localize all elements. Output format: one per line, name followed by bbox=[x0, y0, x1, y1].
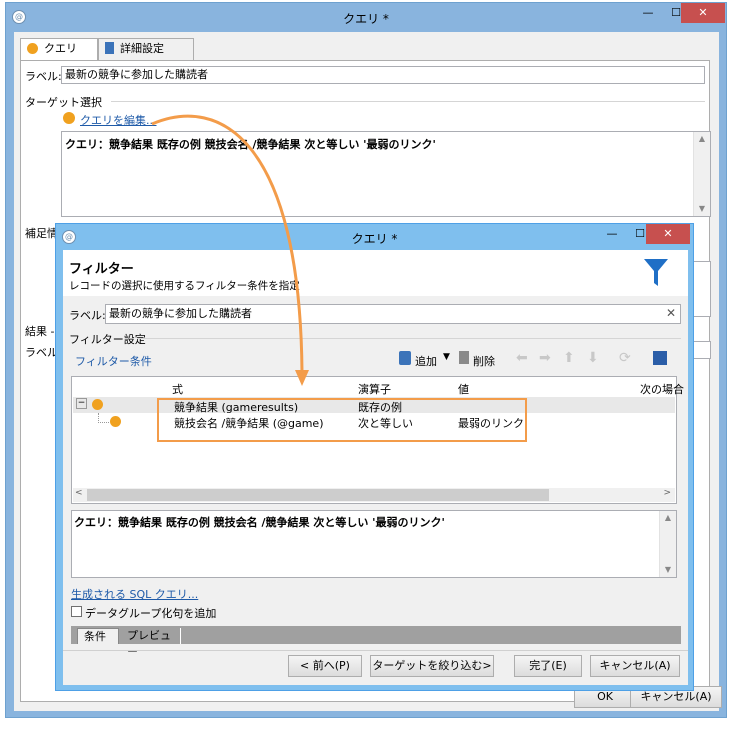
curved-arrow-annotation bbox=[151, 114, 309, 386]
